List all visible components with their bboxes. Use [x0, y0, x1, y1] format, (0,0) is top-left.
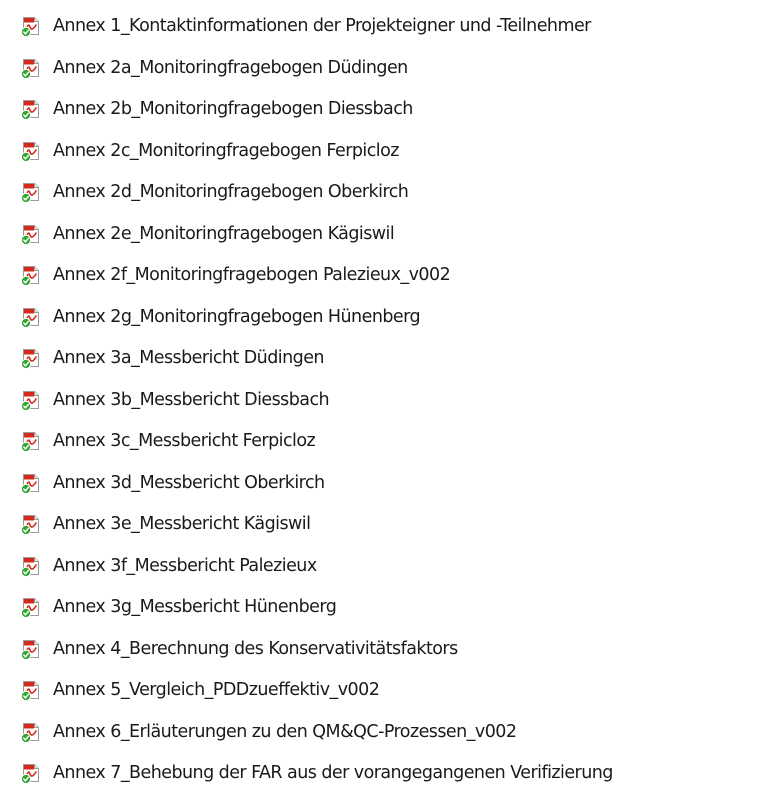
file-name: Annex 2e_Monitoringfragebogen Kägiswil: [53, 223, 395, 244]
file-name: Annex 3d_Messbericht Oberkirch: [53, 472, 325, 493]
pdf-file-synced-icon: [20, 472, 42, 494]
file-list-item[interactable]: Annex 1_Kontaktinformationen der Projekt…: [20, 12, 591, 40]
file-name: Annex 1_Kontaktinformationen der Projekt…: [53, 16, 591, 36]
file-list-item[interactable]: Annex 2a_Monitoringfragebogen Düdingen: [20, 54, 408, 82]
file-name: Annex 2d_Monitoringfragebogen Oberkirch: [53, 182, 409, 202]
pdf-file-synced-icon: [20, 15, 42, 37]
pdf-file-synced-icon: [20, 181, 42, 203]
file-list-item[interactable]: Annex 3f_Messbericht Palezieux: [20, 552, 317, 580]
file-list-item[interactable]: Annex 2g_Monitoringfragebogen Hünenberg: [20, 303, 421, 331]
file-list-item[interactable]: Annex 3c_Messbericht Ferpicloz: [20, 427, 316, 455]
file-name: Annex 6_Erläuterungen zu den QM&QC-Proze…: [53, 721, 517, 742]
pdf-file-synced-icon: [20, 513, 42, 535]
file-list-item[interactable]: Annex 2f_Monitoringfragebogen Palezieux_…: [20, 261, 451, 289]
file-list-item[interactable]: Annex 3a_Messbericht Düdingen: [20, 344, 325, 372]
pdf-file-synced-icon: [20, 264, 42, 286]
file-list-item[interactable]: Annex 2c_Monitoringfragebogen Ferpicloz: [20, 137, 399, 165]
pdf-file-synced-icon: [20, 430, 42, 452]
file-name: Annex 3c_Messbericht Ferpicloz: [53, 431, 316, 451]
file-name: Annex 2b_Monitoringfragebogen Diessbach: [53, 99, 413, 119]
pdf-file-synced-icon: [20, 389, 42, 411]
file-name: Annex 3e_Messbericht Kägiswil: [53, 514, 311, 534]
file-list-item[interactable]: Annex 7_Behebung der FAR aus der vorange…: [20, 759, 613, 787]
file-list-item[interactable]: Annex 3e_Messbericht Kägiswil: [20, 510, 311, 538]
file-list-item[interactable]: Annex 3d_Messbericht Oberkirch: [20, 469, 325, 497]
file-name: Annex 3a_Messbericht Düdingen: [53, 348, 325, 368]
pdf-file-synced-icon: [20, 140, 42, 162]
file-name: Annex 2g_Monitoringfragebogen Hünenberg: [53, 306, 421, 327]
pdf-file-synced-icon: [20, 555, 42, 577]
file-name: Annex 3g_Messbericht Hünenberg: [53, 597, 337, 617]
file-name: Annex 4_Berechnung des Konservativitätsf…: [53, 638, 458, 659]
file-name: Annex 5_Vergleich_PDDzueffektiv_v002: [53, 680, 380, 700]
pdf-file-synced-icon: [20, 679, 42, 701]
pdf-file-synced-icon: [20, 762, 42, 784]
file-list-item[interactable]: Annex 2b_Monitoringfragebogen Diessbach: [20, 95, 413, 123]
file-name: Annex 7_Behebung der FAR aus der vorange…: [53, 763, 613, 783]
file-name: Annex 3f_Messbericht Palezieux: [53, 555, 317, 576]
file-name: Annex 3b_Messbericht Diessbach: [53, 389, 330, 410]
pdf-file-synced-icon: [20, 306, 42, 328]
file-name: Annex 2f_Monitoringfragebogen Palezieux_…: [53, 265, 451, 285]
file-list-item[interactable]: Annex 3g_Messbericht Hünenberg: [20, 593, 337, 621]
file-list-item[interactable]: Annex 4_Berechnung des Konservativitätsf…: [20, 635, 458, 663]
file-list-item[interactable]: Annex 2d_Monitoringfragebogen Oberkirch: [20, 178, 409, 206]
file-name: Annex 2a_Monitoringfragebogen Düdingen: [53, 57, 408, 78]
file-list-item[interactable]: Annex 6_Erläuterungen zu den QM&QC-Proze…: [20, 718, 517, 746]
pdf-file-synced-icon: [20, 57, 42, 79]
pdf-file-synced-icon: [20, 596, 42, 618]
pdf-file-synced-icon: [20, 638, 42, 660]
file-list-item[interactable]: Annex 2e_Monitoringfragebogen Kägiswil: [20, 220, 395, 248]
pdf-file-synced-icon: [20, 721, 42, 743]
pdf-file-synced-icon: [20, 98, 42, 120]
file-list-item[interactable]: Annex 3b_Messbericht Diessbach: [20, 386, 330, 414]
file-name: Annex 2c_Monitoringfragebogen Ferpicloz: [53, 140, 399, 161]
file-list-item[interactable]: Annex 5_Vergleich_PDDzueffektiv_v002: [20, 676, 380, 704]
pdf-file-synced-icon: [20, 223, 42, 245]
pdf-file-synced-icon: [20, 347, 42, 369]
